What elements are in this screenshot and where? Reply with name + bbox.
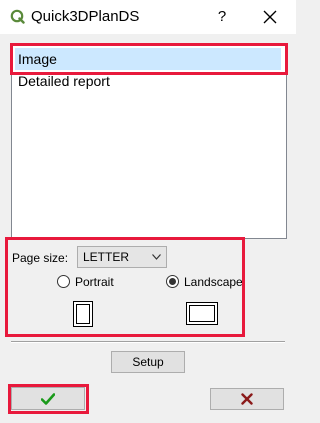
setup-button[interactable]: Setup <box>111 351 185 373</box>
page-size-dropdown[interactable]: LETTER <box>77 246 167 268</box>
window-title: Quick3DPlanDS <box>31 8 140 25</box>
ok-button[interactable] <box>11 387 85 410</box>
report-type-list[interactable]: Image Detailed report <box>11 43 287 239</box>
q-logo-icon <box>10 9 25 24</box>
landscape-page-icon <box>186 302 218 325</box>
checkmark-icon <box>41 393 55 405</box>
list-item-image[interactable]: Image <box>15 48 281 70</box>
separator-line <box>11 341 285 343</box>
title-bar: Quick3DPlanDS ? <box>0 0 296 34</box>
cancel-button[interactable] <box>210 388 284 410</box>
page-size-label: Page size: <box>12 251 69 265</box>
chevron-down-icon <box>152 254 161 260</box>
close-icon <box>263 10 277 24</box>
portrait-page-icon <box>73 301 93 327</box>
portrait-label: Portrait <box>75 275 114 289</box>
radio-selected-dot <box>169 278 176 285</box>
list-item-detailed-report[interactable]: Detailed report <box>15 70 281 92</box>
close-button[interactable] <box>250 0 290 34</box>
landscape-radio[interactable] <box>166 275 179 288</box>
portrait-radio[interactable] <box>57 275 70 288</box>
landscape-label: Landscape <box>184 275 243 289</box>
page-size-value: LETTER <box>83 250 130 264</box>
help-button[interactable]: ? <box>206 0 238 34</box>
x-icon <box>241 393 253 405</box>
dialog-window: Quick3DPlanDS ? Image Detailed report Pa… <box>0 0 296 423</box>
